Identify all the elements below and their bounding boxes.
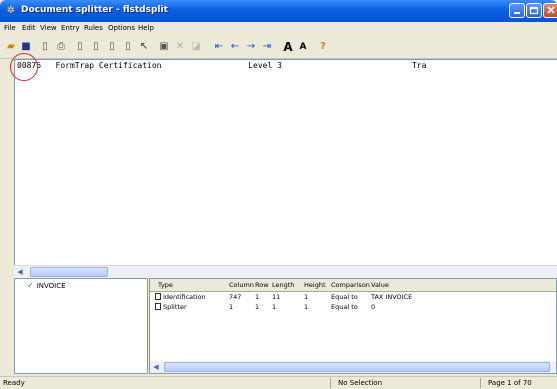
- col-header-column[interactable]: Column: [229, 281, 254, 289]
- col-header-type[interactable]: Type: [158, 281, 173, 289]
- cell-value: 0: [371, 303, 376, 311]
- font-shrink-icon[interactable]: A: [296, 40, 310, 54]
- delete-icon[interactable]: ✕: [173, 40, 187, 54]
- close-icon: [547, 6, 555, 14]
- minimize-icon: [514, 12, 520, 14]
- cell-height: 1: [304, 303, 309, 311]
- cell-length: 11: [272, 293, 281, 301]
- status-divider: [330, 378, 331, 388]
- next-icon[interactable]: →: [244, 40, 258, 54]
- first-icon[interactable]: ⇤: [212, 40, 226, 54]
- open-folder-icon[interactable]: ▰: [4, 40, 18, 54]
- maximize-icon: [529, 6, 539, 15]
- checkmark-icon: ✓: [27, 281, 34, 290]
- col-header-value[interactable]: Value: [371, 281, 389, 289]
- menu-help[interactable]: Help: [138, 24, 154, 32]
- last-icon[interactable]: ⇥: [260, 40, 274, 54]
- grid-header: Type Column Row Length Height Comparison…: [150, 279, 556, 292]
- title-bar[interactable]: ✲ Document splitter - flstdsplit: [0, 0, 557, 22]
- cell-type: Splitter: [163, 303, 187, 311]
- cell-row: 1: [255, 293, 260, 301]
- menu-rules[interactable]: Rules: [84, 24, 103, 32]
- page-icon[interactable]: ▯: [89, 40, 103, 54]
- pointer-icon[interactable]: ↖: [137, 40, 151, 54]
- scroll-left-icon[interactable]: ◀: [14, 266, 26, 278]
- minimize-button[interactable]: [509, 3, 525, 18]
- status-bar: Ready No Selection Page 1 of 70: [0, 376, 557, 389]
- close-button[interactable]: [543, 3, 557, 18]
- menu-entry[interactable]: Entry: [61, 24, 80, 32]
- cursor-highlight: [10, 53, 38, 81]
- col-header-comparison[interactable]: Comparison: [331, 281, 370, 289]
- window-title: Document splitter - flstdsplit: [21, 5, 168, 15]
- page-icon[interactable]: ▯: [121, 40, 135, 54]
- menu-bar: File Edit View Entry Rules Options Help: [0, 22, 557, 36]
- status-selection: No Selection: [338, 379, 383, 387]
- page-icon[interactable]: ▯: [105, 40, 119, 54]
- toolbar: ▰ ■ ▯ ⎙ ▯ ▯ ▯ ▯ ↖ ▣ ✕ ◪ ⇤ ← → ⇥ A A ?: [0, 36, 557, 59]
- left-margin: [0, 59, 14, 365]
- prev-icon[interactable]: ←: [228, 40, 242, 54]
- clear-icon[interactable]: ◪: [189, 40, 203, 54]
- status-divider: [480, 378, 481, 388]
- new-document-icon[interactable]: ▯: [38, 40, 52, 54]
- table-row[interactable]: Splitter 1 1 1 1 Equal to 0: [150, 303, 556, 312]
- document-view[interactable]: 00876 FormTrap Certification Level 3 Tra: [14, 59, 557, 266]
- grid-hscrollbar[interactable]: ◀: [150, 361, 556, 373]
- rules-tree: ✓ INVOICE: [14, 278, 148, 374]
- status-page: Page 1 of 70: [488, 379, 532, 387]
- col-header-length[interactable]: Length: [272, 281, 294, 289]
- maximize-button[interactable]: [526, 3, 542, 18]
- rules-grid: Type Column Row Length Height Comparison…: [149, 278, 557, 374]
- copy-icon[interactable]: ▯: [73, 40, 87, 54]
- scroll-thumb[interactable]: [30, 267, 108, 277]
- print-icon[interactable]: ⎙: [54, 40, 68, 54]
- font-grow-icon[interactable]: A: [281, 40, 295, 54]
- col-header-row[interactable]: Row: [255, 281, 269, 289]
- menu-options[interactable]: Options: [108, 24, 135, 32]
- cell-row: 1: [255, 303, 260, 311]
- menu-file[interactable]: File: [4, 24, 16, 32]
- menu-edit[interactable]: Edit: [22, 24, 36, 32]
- cell-type: Identification: [163, 293, 206, 301]
- document-hscrollbar[interactable]: ◀: [14, 265, 557, 278]
- paste-icon[interactable]: ▣: [157, 40, 171, 54]
- cell-column: 747: [229, 293, 242, 301]
- cell-comparison: Equal to: [331, 303, 358, 311]
- scroll-left-icon[interactable]: ◀: [150, 361, 162, 373]
- status-ready: Ready: [3, 379, 25, 387]
- table-row[interactable]: Identification 747 1 11 1 Equal to TAX I…: [150, 293, 556, 302]
- document-icon: [155, 293, 161, 300]
- app-icon: ✲: [6, 5, 16, 16]
- col-header-height[interactable]: Height: [304, 281, 326, 289]
- cell-column: 1: [229, 303, 234, 311]
- cell-comparison: Equal to: [331, 293, 358, 301]
- menu-view[interactable]: View: [40, 24, 57, 32]
- help-icon[interactable]: ?: [316, 40, 330, 54]
- cell-value: TAX INVOICE: [371, 293, 413, 301]
- save-icon[interactable]: ■: [19, 40, 33, 54]
- cell-height: 1: [304, 293, 309, 301]
- document-line: 00876 FormTrap Certification Level 3 Tra: [17, 61, 427, 70]
- document-icon: [155, 303, 161, 310]
- app-window: ✲ Document splitter - flstdsplit File Ed…: [0, 0, 557, 389]
- tree-item-invoice[interactable]: ✓ INVOICE: [27, 281, 66, 290]
- cell-length: 1: [272, 303, 277, 311]
- tree-item-label: INVOICE: [36, 282, 66, 290]
- scroll-thumb[interactable]: [164, 362, 550, 372]
